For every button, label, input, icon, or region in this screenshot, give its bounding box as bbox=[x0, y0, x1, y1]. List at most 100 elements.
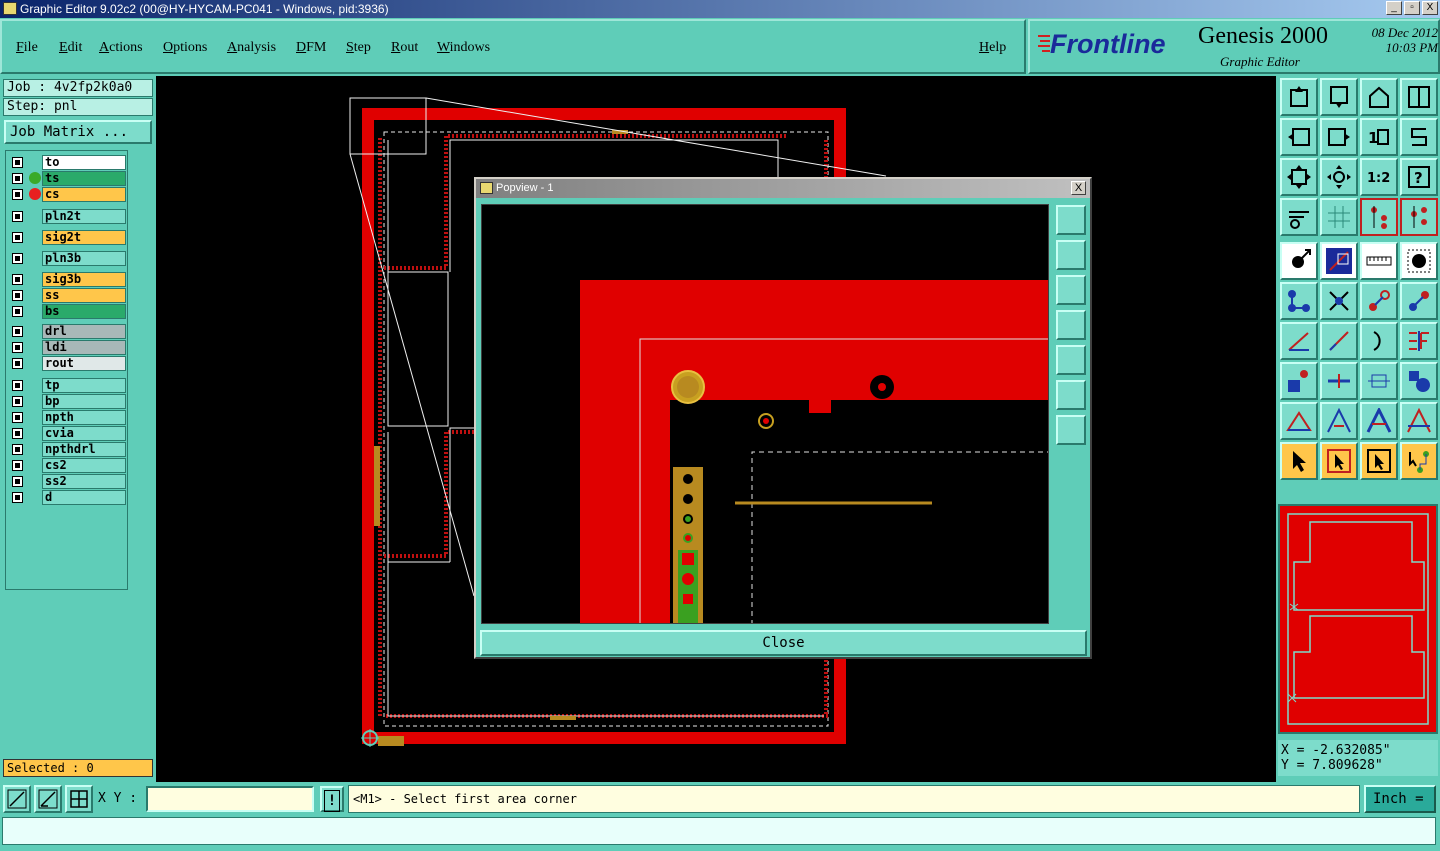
zoom-center-icon[interactable] bbox=[1320, 158, 1358, 196]
layer-name[interactable]: d bbox=[42, 490, 126, 505]
layer-checkbox[interactable] bbox=[12, 476, 23, 487]
text-feature-icon[interactable] bbox=[1400, 322, 1438, 360]
layer-checkbox[interactable] bbox=[12, 428, 23, 439]
zoom-area-icon[interactable] bbox=[3, 785, 31, 813]
resize-icon[interactable] bbox=[1360, 362, 1398, 400]
layer-checkbox[interactable] bbox=[12, 173, 23, 184]
layer-checkbox[interactable] bbox=[12, 492, 23, 503]
layer-row-pln3b[interactable]: pln3b bbox=[9, 251, 127, 266]
layer-name[interactable]: ss bbox=[42, 288, 126, 303]
cross-select-icon[interactable] bbox=[1320, 282, 1358, 320]
unit-selector[interactable]: Inch = bbox=[1364, 785, 1436, 813]
layer-checkbox[interactable] bbox=[12, 274, 23, 285]
job-matrix-button[interactable]: Job Matrix ... bbox=[4, 120, 152, 144]
select-net-icon[interactable] bbox=[1400, 442, 1438, 480]
layer-checkbox[interactable] bbox=[12, 326, 23, 337]
layer-checkbox[interactable] bbox=[12, 253, 23, 264]
layer-name[interactable]: sig2t bbox=[42, 230, 126, 245]
arc-icon[interactable] bbox=[1360, 322, 1398, 360]
layer-name[interactable]: to bbox=[42, 155, 126, 170]
popview-close-icon[interactable]: X bbox=[1071, 181, 1086, 195]
excl-button[interactable]: ! bbox=[320, 786, 344, 812]
menu-dfm[interactable]: DFM bbox=[296, 40, 326, 56]
pv-zoom-out-icon[interactable] bbox=[1056, 415, 1086, 445]
menu-file[interactable]: File bbox=[16, 40, 38, 56]
layer-name[interactable]: sig3b bbox=[42, 272, 126, 287]
polygon-cut-icon[interactable] bbox=[1400, 402, 1438, 440]
layer-name[interactable]: tp bbox=[42, 378, 126, 393]
split-view-icon[interactable] bbox=[1400, 78, 1438, 116]
layer-name[interactable]: ts bbox=[42, 171, 126, 186]
pv-zoom-fit-icon[interactable] bbox=[1056, 205, 1086, 235]
net-list-icon[interactable] bbox=[1400, 198, 1438, 236]
pan-down-icon[interactable] bbox=[1320, 78, 1358, 116]
layer-row-ts[interactable]: ts bbox=[9, 171, 127, 186]
layer-row-cs2[interactable]: cs2 bbox=[9, 458, 127, 473]
layer-row-tp[interactable]: tp bbox=[9, 378, 127, 393]
layer-name[interactable]: ss2 bbox=[42, 474, 126, 489]
popview-close-button[interactable]: Close bbox=[480, 630, 1087, 656]
menu-analysis[interactable]: Analysis bbox=[227, 40, 276, 56]
layer-checkbox[interactable] bbox=[12, 342, 23, 353]
pan-up-icon[interactable] bbox=[1280, 78, 1318, 116]
layer-name[interactable]: pln3b bbox=[42, 251, 126, 266]
layer-row-bs[interactable]: bs bbox=[9, 304, 127, 319]
layer-name[interactable]: ldi bbox=[42, 340, 126, 355]
layer-row-bp[interactable]: bp bbox=[9, 394, 127, 409]
maximize-button[interactable]: ▫ bbox=[1404, 1, 1420, 15]
overview-minimap[interactable] bbox=[1278, 504, 1438, 734]
layer-row-ss2[interactable]: ss2 bbox=[9, 474, 127, 489]
pv-zoom-in-icon[interactable] bbox=[1056, 380, 1086, 410]
scale-1-2-icon[interactable]: 1:2 bbox=[1360, 158, 1398, 196]
polygon-outline-icon[interactable] bbox=[1320, 402, 1358, 440]
layer-checkbox[interactable] bbox=[12, 358, 23, 369]
layer-row-npthdrl[interactable]: npthdrl bbox=[9, 442, 127, 457]
layer-row-ss[interactable]: ss bbox=[9, 288, 127, 303]
layer-name[interactable]: npthdrl bbox=[42, 442, 126, 457]
pv-pan-up-icon[interactable] bbox=[1056, 240, 1086, 270]
redraw-icon[interactable] bbox=[1400, 118, 1438, 156]
add-shape-icon[interactable] bbox=[1400, 362, 1438, 400]
select-arrow-icon[interactable] bbox=[1280, 442, 1318, 480]
menu-rout[interactable]: Rout bbox=[391, 40, 418, 56]
layer-checkbox[interactable] bbox=[12, 232, 23, 243]
grid-icon[interactable] bbox=[1320, 198, 1358, 236]
pv-pan-right-icon[interactable] bbox=[1056, 345, 1086, 375]
layer-checkbox[interactable] bbox=[12, 460, 23, 471]
pan-left-icon[interactable] bbox=[1280, 118, 1318, 156]
pan-right-icon[interactable] bbox=[1320, 118, 1358, 156]
layer-row-cs[interactable]: cs bbox=[9, 187, 127, 202]
add-polyline-icon[interactable] bbox=[1280, 282, 1318, 320]
measure-tool-icon[interactable] bbox=[34, 785, 62, 813]
minimize-button[interactable]: _ bbox=[1386, 1, 1402, 15]
layer-checkbox[interactable] bbox=[12, 157, 23, 168]
polygon-fill-icon[interactable] bbox=[1360, 402, 1398, 440]
copy-point-icon[interactable] bbox=[1400, 282, 1438, 320]
layer-checkbox[interactable] bbox=[12, 412, 23, 423]
select-box-icon[interactable] bbox=[1320, 442, 1358, 480]
zoom-10-icon[interactable]: 1 bbox=[1360, 118, 1398, 156]
popview-canvas[interactable] bbox=[481, 204, 1050, 625]
layer-name[interactable]: cvia bbox=[42, 426, 126, 441]
close-window-button[interactable]: X bbox=[1422, 1, 1438, 15]
draw-line-icon[interactable] bbox=[1320, 322, 1358, 360]
layer-checkbox[interactable] bbox=[12, 211, 23, 222]
menu-edit[interactable]: Edit bbox=[59, 40, 82, 56]
pv-pan-left-icon[interactable] bbox=[1056, 310, 1086, 340]
layer-checkbox[interactable] bbox=[12, 380, 23, 391]
menu-actions[interactable]: Actions bbox=[99, 40, 143, 56]
pv-pan-down-icon[interactable] bbox=[1056, 275, 1086, 305]
layer-checkbox[interactable] bbox=[12, 290, 23, 301]
add-line-icon[interactable] bbox=[1280, 322, 1318, 360]
home-icon[interactable] bbox=[1360, 78, 1398, 116]
layer-row-sig3b[interactable]: sig3b bbox=[9, 272, 127, 287]
menu-options[interactable]: Options bbox=[163, 40, 207, 56]
layer-row-npth[interactable]: npth bbox=[9, 410, 127, 425]
layer-row-drl[interactable]: drl bbox=[9, 324, 127, 339]
cursor-snap-icon[interactable] bbox=[1280, 242, 1318, 280]
layer-checkbox[interactable] bbox=[12, 189, 23, 200]
settings-tools-icon[interactable] bbox=[1280, 198, 1318, 236]
layer-row-pln2t[interactable]: pln2t bbox=[9, 209, 127, 224]
popview-titlebar[interactable]: Popview - 1 X bbox=[476, 179, 1090, 198]
polygon-icon[interactable] bbox=[1280, 402, 1318, 440]
